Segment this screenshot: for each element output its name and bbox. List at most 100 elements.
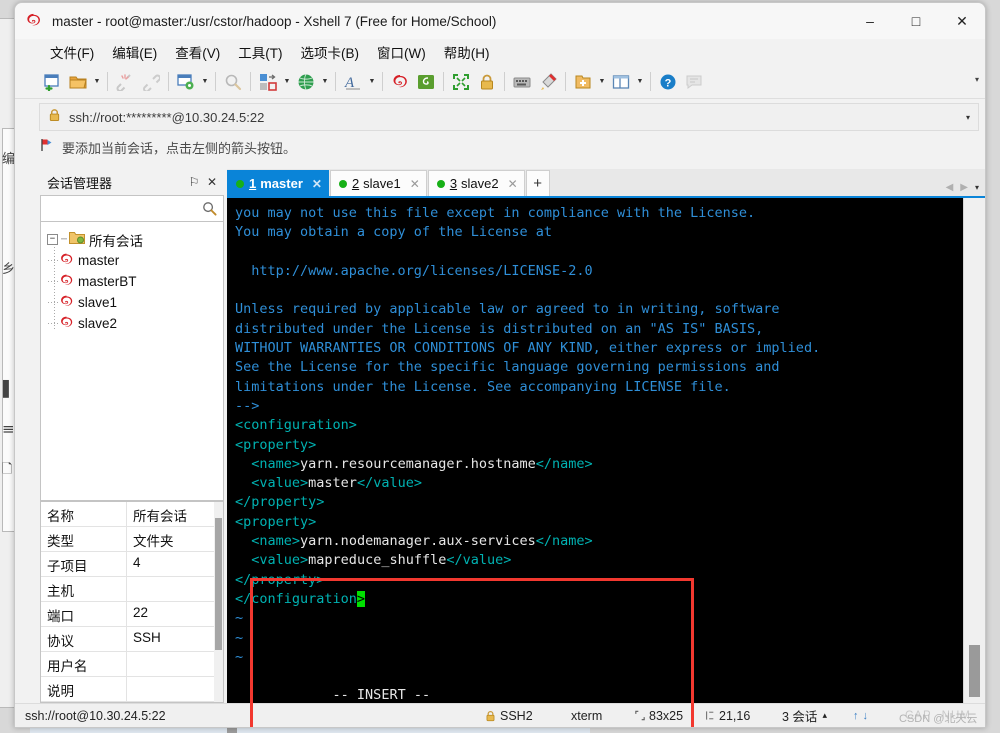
session-tree[interactable]: − ⋯ 所有会话 master masterBT slave1 slave2 [40,222,224,501]
new-tab-button[interactable]: + [525,170,550,196]
terminal-line: <property> [235,436,963,455]
tab-next-icon[interactable]: ▶ [960,182,968,193]
expander-icon[interactable]: − [47,234,58,245]
tab-close-icon[interactable]: ✕ [508,177,518,191]
new-session-icon[interactable] [39,69,65,95]
toolbar-separator [107,72,108,91]
menu-edit[interactable]: 编辑(E) [103,39,166,65]
vim-mode: -- INSERT -- [332,687,431,703]
session-properties-table: 名称 所有会话 类型 文件夹 子项目 4 主机 端口 22 协议 SSH 用户名… [40,501,224,703]
cursor-icon [706,711,714,720]
property-key: 端口 [41,602,127,626]
transfer-icon[interactable] [255,69,281,95]
fullscreen-icon[interactable] [448,69,474,95]
status-sessions[interactable]: 3 会话 ▴ [782,706,827,725]
status-bar: ssh://root@10.30.24.5:22 SSH2 xterm 83x2… [15,703,985,727]
add-to-folder-icon[interactable] [570,69,596,95]
terminal-line: you may not use this file except in comp… [235,205,756,221]
reconnect-icon[interactable] [138,69,164,95]
open-folder-icon[interactable] [65,69,91,95]
add-to-folder-caret-icon[interactable]: ▼ [596,69,608,95]
open-folder-caret-icon[interactable]: ▼ [91,69,103,95]
menu-file[interactable]: 文件(F) [41,39,103,65]
address-bar[interactable]: ssh://root:*********@10.30.24.5:22 ▾ [39,103,979,131]
menu-help[interactable]: 帮助(H) [435,39,499,65]
xftp-icon[interactable] [413,69,439,95]
status-url: ssh://root@10.30.24.5:22 [25,708,166,723]
session-icon [59,294,74,312]
tab-number: 3 [449,176,458,191]
layout-icon[interactable] [608,69,634,95]
tree-item-slave2[interactable]: slave2 [47,313,223,334]
tab-list-dropdown-icon[interactable]: ▾ [975,183,979,192]
watermark: CSDN @北天云 [899,713,978,725]
terminal-scrollbar[interactable] [963,198,985,703]
property-key: 主机 [41,577,127,601]
property-value: 文件夹 [133,534,174,549]
tab-slave2[interactable]: 3 slave2 ✕ [427,170,525,196]
highlight-icon[interactable] [535,69,561,95]
property-value: SSH [133,630,161,645]
tab-close-icon[interactable]: ✕ [312,177,322,191]
session-icon [59,252,74,270]
help-icon[interactable]: ? [655,69,681,95]
session-search-input[interactable] [40,195,224,222]
chevron-down-icon[interactable]: ▾ [966,113,970,122]
chevron-up-icon[interactable]: ▴ [822,710,827,721]
tree-item-masterbt[interactable]: masterBT [47,271,223,292]
menu-tools[interactable]: 工具(T) [229,39,291,65]
disconnect-icon[interactable] [112,69,138,95]
flag-icon [39,137,55,158]
property-value [127,677,223,701]
tree-root-all-sessions[interactable]: − ⋯ 所有会话 [47,229,223,250]
tab-status-icon [338,179,347,188]
close-panel-icon[interactable]: ✕ [203,175,221,189]
toolbar-overflow-caret-icon[interactable]: ▾ [975,75,979,84]
transfer-up-icon: ↑ [853,709,863,722]
tree-branch-line [48,323,58,324]
minimize-button[interactable]: – [847,3,893,39]
session-properties-icon[interactable] [173,69,199,95]
terminal-text: </name> [535,533,593,550]
menu-view[interactable]: 查看(V) [166,39,229,65]
maximize-button[interactable]: □ [893,3,939,39]
terminal-scrollbar-thumb[interactable] [969,645,980,697]
address-input[interactable]: ssh://root:*********@10.30.24.5:22 [69,110,264,125]
terminal-screen[interactable]: you may not use this file except in comp… [227,196,985,703]
transfer-caret-icon[interactable]: ▼ [281,69,293,95]
properties-scrollbar[interactable] [214,502,223,702]
xshell-icon[interactable] [387,69,413,95]
lock-icon[interactable] [474,69,500,95]
tree-root-label: 所有会话 [89,233,143,249]
web-browser-icon[interactable] [293,69,319,95]
layout-caret-icon[interactable]: ▼ [634,69,646,95]
pin-icon[interactable]: ⚐ [185,175,203,189]
terminal-text: </value> [356,475,422,492]
terminal-output[interactable]: you may not use this file except in comp… [227,198,963,703]
web-browser-caret-icon[interactable]: ▼ [319,69,331,95]
terminal-line: ~ [235,648,244,665]
xshell-logo-icon [25,12,43,30]
tab-prev-icon[interactable]: ◀ [946,182,954,193]
tab-strip: 1 master ✕ 2 slave1 ✕ 3 slave2 ✕ + ◀ ▶ ▾ [227,169,985,196]
tab-slave1[interactable]: 2 slave1 ✕ [329,170,427,196]
properties-scrollbar-thumb[interactable] [215,518,222,650]
close-button[interactable]: ✕ [939,3,985,39]
tree-item-master[interactable]: master [47,250,223,271]
menu-tabs[interactable]: 选项卡(B) [292,39,369,65]
table-row: 名称 所有会话 [41,502,223,527]
font-icon[interactable]: A [340,69,366,95]
find-icon[interactable] [220,69,246,95]
toolbar-separator [335,72,336,91]
tree-item-slave1[interactable]: slave1 [47,292,223,313]
keyboard-icon[interactable] [509,69,535,95]
terminal-text: <name> [251,533,301,550]
terminal-text: <value> [251,475,309,492]
tab-master[interactable]: 1 master ✕ [227,170,329,196]
chat-icon[interactable] [681,69,707,95]
tab-close-icon[interactable]: ✕ [410,177,420,191]
session-properties-caret-icon[interactable]: ▼ [199,69,211,95]
menu-window[interactable]: 窗口(W) [368,39,435,65]
font-caret-icon[interactable]: ▼ [366,69,378,95]
